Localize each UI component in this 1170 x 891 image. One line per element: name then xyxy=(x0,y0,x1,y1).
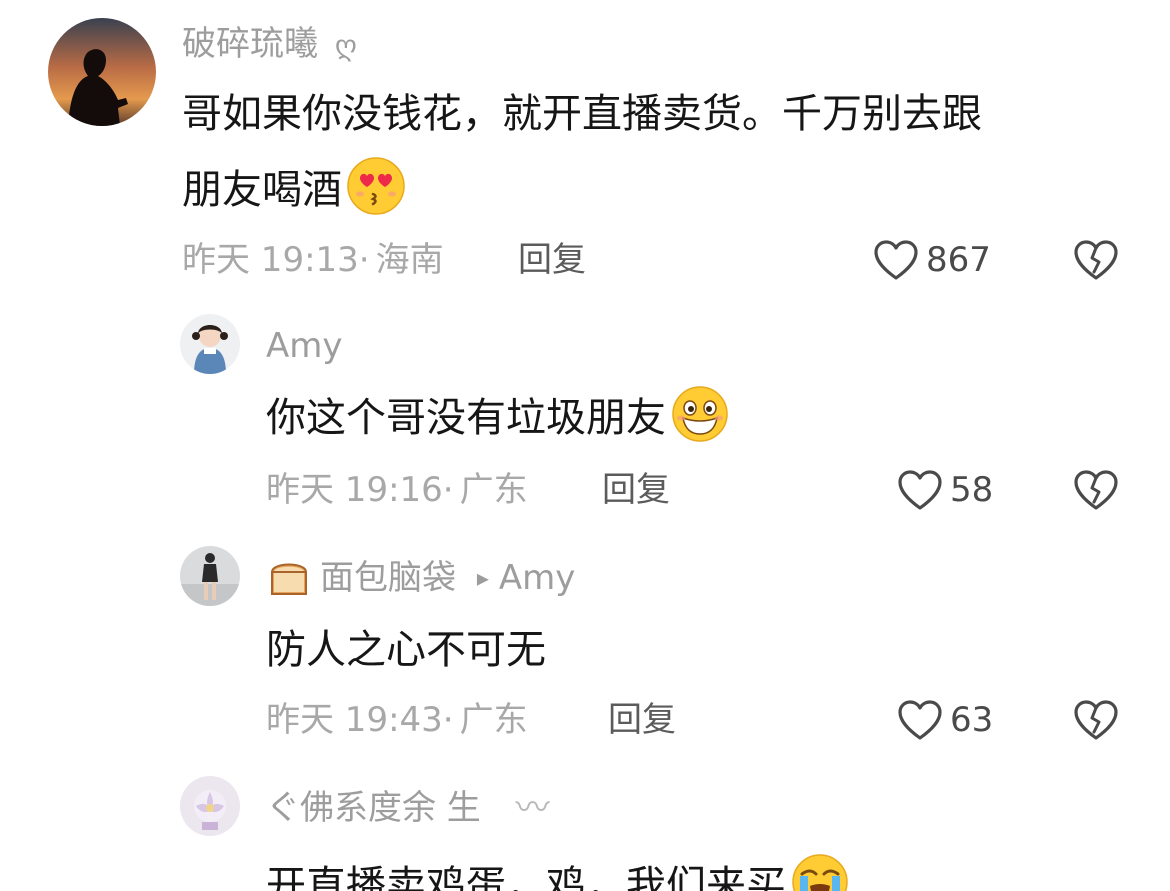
comment-thread: 破碎琉曦 ღ 哥如果你没钱花，就开直播卖货。千万别去跟 朋友喝酒 昨天 19:1… xyxy=(0,0,1170,891)
bread-emoji-icon xyxy=(271,563,307,595)
username[interactable]: 破碎琉曦 ღ xyxy=(182,22,357,68)
heart-eyes-kiss-emoji-icon xyxy=(347,157,405,215)
location: 广东 xyxy=(459,700,528,740)
comment-text: 防人之心不可无 xyxy=(266,627,546,673)
avatar[interactable] xyxy=(180,314,240,374)
timestamp: 昨天 19:43 xyxy=(266,700,443,740)
avatar[interactable] xyxy=(180,546,240,606)
username[interactable]: ぐ佛系度余 生 〰 xyxy=(266,786,550,830)
avatar[interactable] xyxy=(180,776,240,836)
loudly-crying-emoji-icon xyxy=(792,854,848,891)
timestamp: 昨天 19:13 xyxy=(182,240,359,280)
like-button[interactable]: 63 xyxy=(896,698,993,742)
avatar[interactable] xyxy=(48,18,156,126)
like-count: 867 xyxy=(926,240,991,280)
grinning-squint-emoji-icon xyxy=(672,386,728,442)
reply-button[interactable]: 回复 xyxy=(602,468,670,512)
comment-item: 破碎琉曦 ღ 哥如果你没钱花，就开直播卖货。千万别去跟 朋友喝酒 昨天 19:1… xyxy=(0,0,1170,300)
comment-text: 哥如果你没钱花，就开直播卖货。千万别去跟 朋友喝酒 xyxy=(182,76,982,228)
reply-arrow-icon: ▸ xyxy=(476,564,489,592)
reply-button[interactable]: 回复 xyxy=(608,698,676,742)
comment-text: 你这个哥没有垃圾朋友 xyxy=(266,380,730,456)
broken-heart-icon xyxy=(1074,700,1118,740)
comment-meta: 昨天 19:43· 广东 xyxy=(266,700,528,740)
reply-item: ぐ佛系度余 生 〰 开直播卖鸡蛋，鸡，我们来买 xyxy=(0,762,1170,891)
dislike-button[interactable] xyxy=(1072,238,1120,282)
reply-item: 面包脑袋 ▸ Amy 防人之心不可无 昨天 19:43· 广东 回复 63 xyxy=(0,530,1170,762)
like-count: 63 xyxy=(950,700,994,740)
name-suffix-icon: ღ xyxy=(334,29,357,62)
dislike-button[interactable] xyxy=(1072,468,1120,512)
comment-text: 开直播卖鸡蛋，鸡，我们来买 xyxy=(266,848,850,891)
username[interactable]: Amy xyxy=(266,324,343,368)
comment-meta: 昨天 19:13· 海南 xyxy=(182,240,444,280)
like-button[interactable]: 58 xyxy=(896,468,993,512)
like-count: 58 xyxy=(950,470,994,510)
reply-to-username[interactable]: Amy xyxy=(499,558,576,598)
broken-heart-icon xyxy=(1074,470,1118,510)
location: 广东 xyxy=(459,470,528,510)
timestamp: 昨天 19:16 xyxy=(266,470,443,510)
location: 海南 xyxy=(375,240,444,280)
heart-icon xyxy=(898,470,942,510)
reply-item: Amy 你这个哥没有垃圾朋友 昨天 19:16· 广东 回复 58 xyxy=(0,300,1170,530)
heart-icon xyxy=(874,240,918,280)
heart-icon xyxy=(898,700,942,740)
reply-button[interactable]: 回复 xyxy=(518,238,586,282)
name-suffix-icon: 〰 xyxy=(515,788,550,828)
comment-meta: 昨天 19:16· 广东 xyxy=(266,470,528,510)
broken-heart-icon xyxy=(1074,240,1118,280)
dislike-button[interactable] xyxy=(1072,698,1120,742)
username[interactable]: 面包脑袋 ▸ Amy xyxy=(266,556,575,603)
like-button[interactable]: 867 xyxy=(872,238,991,282)
